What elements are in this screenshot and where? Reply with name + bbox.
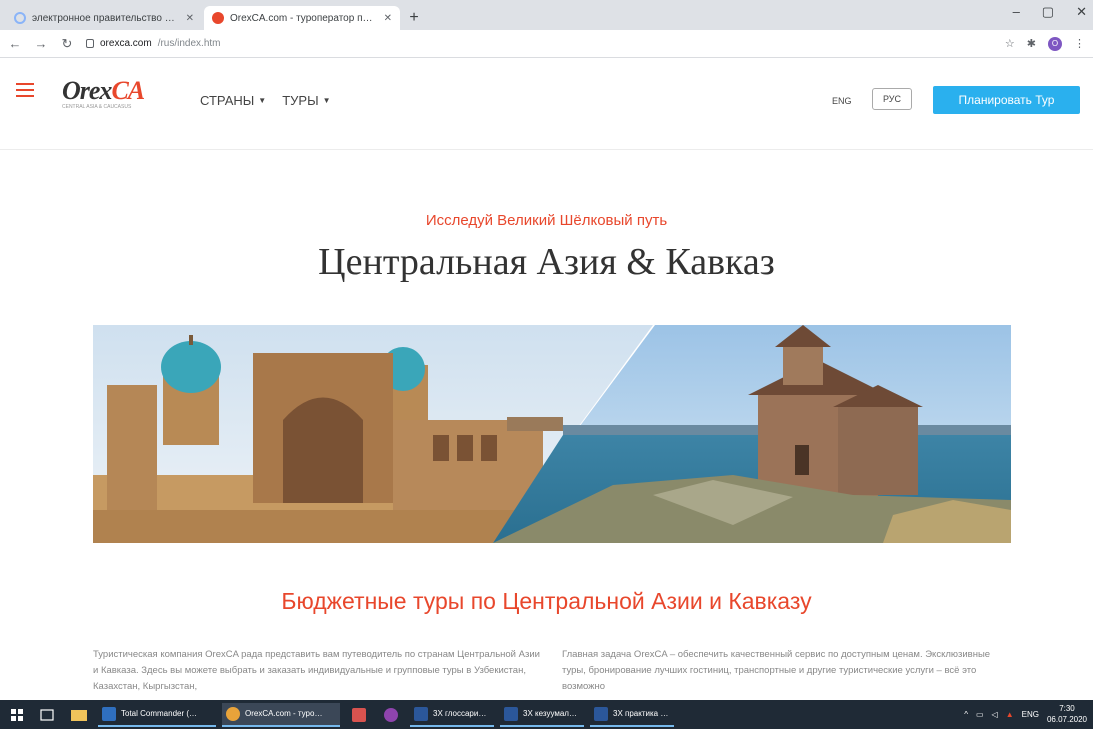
reload-icon[interactable]: ↻	[60, 36, 74, 52]
budget-tours-heading: Бюджетные туры по Центральной Азии и Кав…	[281, 588, 812, 614]
word-icon	[504, 706, 518, 721]
logo-orex: Orex	[62, 76, 112, 105]
intro-text-right: Главная задача OrexCA – обеспечить качес…	[562, 649, 991, 692]
nav-countries[interactable]: СТРАНЫ ▼	[200, 93, 266, 108]
extensions-icon[interactable]: ✱	[1027, 37, 1036, 50]
taskbar-app-label: 3Х глоссарий - Mi…	[433, 709, 490, 718]
lang-eng-link[interactable]: ENG	[832, 96, 852, 106]
taskbar-app-word-2[interactable]: 3Х кезуумалар - …	[500, 703, 584, 727]
clock-time: 7:30	[1059, 704, 1075, 713]
browser-tab-gov[interactable]: электронное правительство Ю… ✕	[6, 6, 202, 30]
menu-dots-icon[interactable]: ⋮	[1074, 37, 1085, 50]
volume-icon[interactable]: ◁	[992, 710, 998, 719]
taskbar-app-label: 3Х практика - Micr…	[613, 709, 670, 718]
hero-subtitle: Исследуй Великий Шёлковый путь	[425, 212, 668, 229]
taskbar-app-icon-red[interactable]	[346, 704, 372, 726]
taskbar-app-word-3[interactable]: 3Х практика - Micr…	[590, 703, 674, 727]
warning-icon[interactable]: ▲	[1006, 710, 1014, 719]
tab-close-icon[interactable]: ✕	[186, 13, 194, 24]
taskbar-app-label: OrexCA.com - туро…	[245, 709, 323, 718]
close-window-button[interactable]: ✕	[1076, 4, 1087, 20]
windows-taskbar: Total Commander (… OrexCA.com - туро… 3Х…	[0, 700, 1093, 729]
maximize-button[interactable]: ▢	[1042, 4, 1054, 20]
taskbar-app-total-commander[interactable]: Total Commander (…	[98, 703, 216, 727]
site-header: OrexCA CENTRAL ASIA & CAUCASUS СТРАНЫ ▼ …	[0, 58, 1093, 150]
logo-ca: CA	[111, 76, 145, 105]
taskbar-app-chrome[interactable]: OrexCA.com - туро…	[222, 702, 340, 727]
new-tab-button[interactable]: +	[402, 6, 426, 30]
orexca-favicon-icon	[212, 12, 224, 24]
lock-icon	[86, 39, 94, 48]
system-tray: ^ ▭ ◁ ▲ ENG 7:30 06.07.2020	[964, 703, 1087, 725]
file-explorer-icon[interactable]	[66, 704, 92, 726]
network-icon[interactable]: ▭	[976, 710, 984, 719]
hero-illustration	[93, 325, 1011, 543]
taskbar-app-label: Total Commander (…	[121, 709, 198, 718]
tab-close-icon[interactable]: ✕	[384, 13, 392, 24]
main-nav: СТРАНЫ ▼ ТУРЫ ▼	[200, 93, 331, 108]
clock[interactable]: 7:30 06.07.2020	[1047, 703, 1087, 725]
url-host: orexca.com	[100, 38, 152, 49]
word-icon	[594, 706, 608, 721]
site-logo[interactable]: OrexCA CENTRAL ASIA & CAUCASUS	[62, 76, 145, 110]
keyboard-lang[interactable]: ENG	[1022, 710, 1039, 719]
taskbar-app-word-1[interactable]: 3Х глоссарий - Mi…	[410, 703, 494, 727]
address-bar: ← → ↻ orexca.com/rus/index.htm ☆ ✱ O ⋮	[0, 30, 1093, 58]
url-field[interactable]: orexca.com/rus/index.htm	[86, 38, 993, 49]
gov-favicon-icon	[14, 12, 26, 24]
tab-title: электронное правительство Ю…	[32, 12, 180, 24]
windows-start-icon[interactable]	[6, 704, 28, 726]
hamburger-menu-icon[interactable]	[16, 83, 34, 97]
star-icon[interactable]: ☆	[1005, 37, 1015, 50]
clock-date: 06.07.2020	[1046, 715, 1087, 724]
window-controls: – ▢ ✕	[1013, 4, 1087, 20]
taskbar-app-label: 3Х кезуумалар - …	[523, 709, 580, 718]
nav-tours[interactable]: ТУРЫ ▼	[282, 93, 330, 108]
profile-avatar[interactable]: O	[1048, 36, 1062, 51]
forward-arrow-icon[interactable]: →	[34, 36, 48, 51]
nav-countries-label: СТРАНЫ	[200, 93, 255, 108]
hero-title: Центральная Азия & Кавказ	[318, 241, 775, 283]
chevron-down-icon: ▼	[258, 96, 267, 105]
taskbar-app-icon-purple[interactable]	[378, 704, 404, 726]
total-commander-icon	[102, 706, 116, 721]
browser-tabbar: электронное правительство Ю… ✕ OrexCA.co…	[0, 0, 1093, 30]
chevron-down-icon: ▼	[322, 96, 331, 105]
intro-text-left: Туристическая компания OrexCA рада предс…	[93, 649, 540, 692]
minimize-button[interactable]: –	[1013, 4, 1020, 20]
chrome-icon	[226, 706, 240, 721]
plan-tour-button[interactable]: Планировать Тур	[933, 86, 1080, 114]
tab-title: OrexCA.com - туроператор по…	[230, 12, 378, 24]
chevron-up-icon[interactable]: ^	[964, 710, 968, 719]
nav-tours-label: ТУРЫ	[282, 93, 319, 108]
url-path: /rus/index.htm	[157, 38, 221, 49]
hero-image	[93, 325, 1011, 543]
extensions-area: ☆ ✱ O ⋮	[1005, 36, 1085, 51]
task-view-icon[interactable]	[34, 704, 60, 726]
lang-rus-button[interactable]: РУС	[872, 88, 912, 110]
back-arrow-icon[interactable]: ←	[8, 36, 22, 51]
word-icon	[414, 706, 428, 721]
browser-tab-orexca[interactable]: OrexCA.com - туроператор по… ✕	[204, 6, 400, 30]
